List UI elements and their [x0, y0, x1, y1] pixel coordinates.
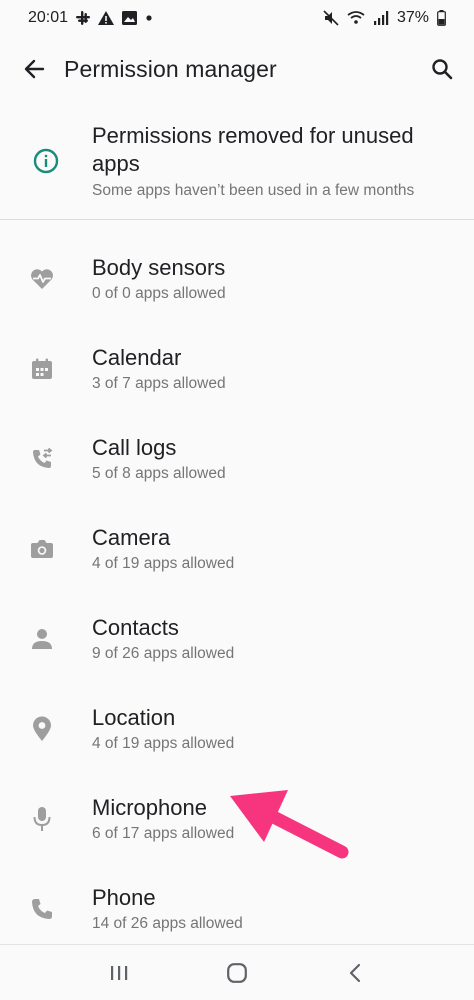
permission-label: Contacts — [92, 615, 179, 640]
permission-summary: 14 of 26 apps allowed — [92, 915, 243, 932]
wifi-icon — [347, 11, 365, 25]
dot-icon — [145, 14, 153, 22]
arrow-back-icon — [24, 59, 45, 79]
app-bar: Permission manager — [0, 36, 474, 102]
status-time: 20:01 — [28, 9, 69, 26]
mute-icon — [323, 10, 339, 26]
permission-summary: 6 of 17 apps allowed — [92, 825, 235, 842]
permission-summary: 4 of 19 apps allowed — [92, 735, 235, 752]
battery-level: 37% — [396, 9, 429, 26]
unused-apps-banner[interactable]: Permissions removed for unused apps Some… — [0, 102, 474, 220]
call-log-icon — [33, 447, 53, 468]
banner-icon-wrap — [0, 148, 92, 174]
permission-label: Microphone — [92, 795, 207, 820]
permission-summary: 4 of 19 apps allowed — [92, 555, 235, 572]
recent-apps-button[interactable] — [95, 953, 143, 993]
info-icon — [33, 148, 59, 173]
search-button[interactable] — [424, 51, 460, 87]
permission-label: Location — [92, 705, 176, 730]
permission-label: Body sensors — [92, 255, 226, 280]
status-left: 20:01 — [28, 9, 153, 27]
permission-label: Phone — [92, 885, 156, 910]
back-nav-button[interactable] — [331, 953, 379, 993]
permission-summary: 3 of 7 apps allowed — [92, 375, 226, 392]
banner-subtitle: Some apps haven’t been used in a few mon… — [92, 181, 415, 199]
banner-text: Permissions removed for unused apps Some… — [92, 122, 474, 200]
camera-icon — [31, 540, 53, 558]
permission-row-call-logs[interactable]: Call logs 5 of 8 apps allowed — [0, 414, 474, 504]
home-button[interactable] — [213, 953, 261, 993]
recents-icon — [111, 965, 128, 980]
banner-title: Permissions removed for unused apps — [92, 122, 414, 176]
back-button[interactable] — [18, 53, 50, 85]
navigation-bar — [0, 944, 474, 1000]
permission-row-calendar[interactable]: Calendar 3 of 7 apps allowed — [0, 324, 474, 414]
search-icon — [432, 59, 453, 80]
permission-summary: 5 of 8 apps allowed — [92, 465, 226, 482]
signal-icon — [373, 11, 389, 25]
permission-summary: 0 of 0 apps allowed — [92, 285, 226, 302]
permission-list: Body sensors 0 of 0 apps allowed Calenda… — [0, 220, 474, 954]
page-title: Permission manager — [64, 55, 277, 82]
permission-row-phone[interactable]: Phone 14 of 26 apps allowed — [0, 864, 474, 954]
permission-label: Calendar — [92, 345, 182, 370]
permission-row-location[interactable]: Location 4 of 19 apps allowed — [0, 684, 474, 774]
microphone-icon — [33, 807, 51, 831]
heart-pulse-icon — [31, 269, 53, 289]
calendar-icon — [32, 358, 52, 379]
image-icon — [122, 11, 138, 25]
status-right: 37% — [323, 9, 446, 27]
battery-icon — [437, 10, 446, 26]
permission-row-camera[interactable]: Camera 4 of 19 apps allowed — [0, 504, 474, 594]
status-bar: 20:01 37% — [0, 0, 474, 36]
phone-icon — [32, 899, 52, 919]
warning-icon — [98, 11, 115, 25]
permission-label: Camera — [92, 525, 171, 550]
permission-summary: 9 of 26 apps allowed — [92, 645, 235, 662]
permission-row-microphone[interactable]: Microphone 6 of 17 apps allowed — [0, 774, 474, 864]
location-pin-icon — [33, 716, 51, 741]
permission-label: Call logs — [92, 435, 177, 460]
chevron-left-icon — [349, 963, 361, 982]
slack-icon — [76, 11, 91, 25]
person-icon — [32, 629, 52, 649]
home-icon — [227, 962, 247, 983]
permission-row-contacts[interactable]: Contacts 9 of 26 apps allowed — [0, 594, 474, 684]
permission-row-body-sensors[interactable]: Body sensors 0 of 0 apps allowed — [0, 234, 474, 324]
